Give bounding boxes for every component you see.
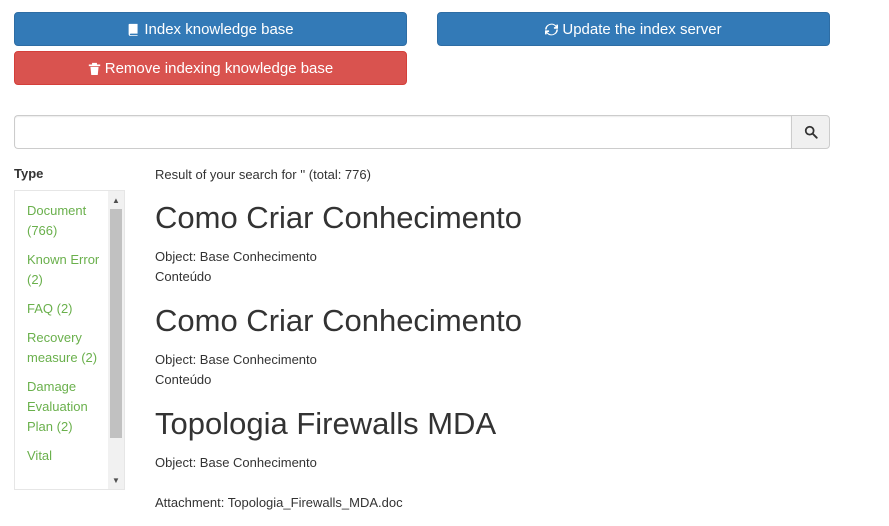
type-filter-known-error[interactable]: Known Error (2) [27, 250, 109, 290]
result-item: Topologia Firewalls MDA Object: Base Con… [155, 406, 845, 513]
refresh-icon [545, 23, 559, 35]
result-object: Object: Base Conhecimento [155, 455, 317, 470]
trash-icon [88, 62, 100, 75]
search-results: Result of your search for '' (total: 776… [155, 166, 845, 513]
type-filter-document[interactable]: Document (766) [27, 201, 109, 241]
search-bar [14, 115, 830, 149]
type-filter-recovery-measure[interactable]: Recovery measure (2) [27, 328, 109, 368]
type-filter-damage-evaluation-plan[interactable]: Damage Evaluation Plan (2) [27, 377, 109, 437]
type-filter-vital[interactable]: Vital [27, 446, 109, 466]
scroll-down-arrow-icon[interactable]: ▼ [108, 472, 124, 488]
result-summary: Result of your search for '' (total: 776… [155, 167, 371, 182]
index-button-label: Index knowledge base [144, 20, 294, 38]
type-filter-panel: Document (766) Known Error (2) FAQ (2) R… [14, 190, 125, 490]
update-index-server-button[interactable]: Update the index server [437, 12, 830, 46]
update-button-label: Update the index server [562, 20, 722, 38]
type-filter-faq[interactable]: FAQ (2) [27, 299, 109, 319]
index-knowledge-base-button[interactable]: Index knowledge base [14, 12, 407, 46]
type-filter-scrollbar[interactable]: ▲ ▼ [108, 191, 124, 489]
search-icon [804, 125, 818, 139]
result-title[interactable]: Topologia Firewalls MDA [155, 406, 845, 442]
result-item: Como Criar Conhecimento Object: Base Con… [155, 200, 845, 287]
scroll-thumb[interactable] [110, 209, 122, 438]
result-object: Object: Base Conhecimento [155, 249, 317, 264]
scroll-up-arrow-icon[interactable]: ▲ [108, 192, 124, 208]
type-filter-list: Document (766) Known Error (2) FAQ (2) R… [27, 201, 109, 475]
type-filter-title: Type [14, 166, 44, 181]
result-content: Conteúdo [155, 372, 212, 387]
result-title[interactable]: Como Criar Conhecimento [155, 303, 845, 339]
result-content: Conteúdo [155, 269, 212, 284]
remove-indexing-button[interactable]: Remove indexing knowledge base [14, 51, 407, 85]
search-button[interactable] [791, 115, 830, 149]
result-title[interactable]: Como Criar Conhecimento [155, 200, 845, 236]
result-attachment[interactable]: Attachment: Topologia_Firewalls_MDA.doc [155, 493, 845, 513]
book-icon [128, 23, 138, 36]
remove-button-label: Remove indexing knowledge base [104, 59, 334, 77]
result-object: Object: Base Conhecimento [155, 352, 317, 367]
result-item: Como Criar Conhecimento Object: Base Con… [155, 303, 845, 390]
search-input[interactable] [14, 115, 791, 149]
